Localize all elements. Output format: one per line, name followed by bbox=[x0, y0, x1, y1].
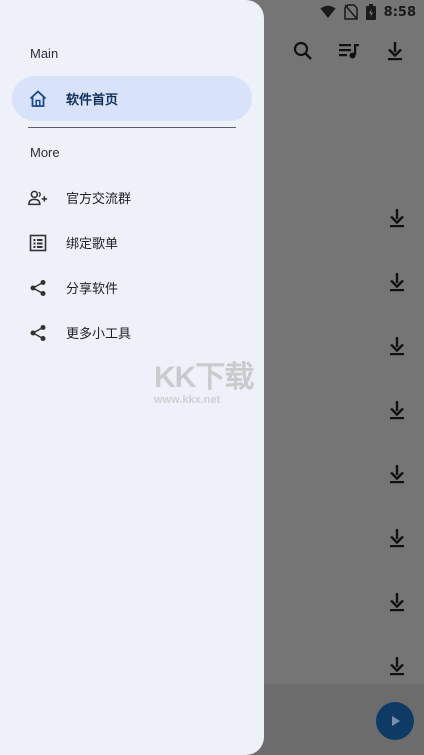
drawer-item-label: 绑定歌单 bbox=[66, 237, 119, 252]
battery-icon bbox=[365, 4, 376, 20]
drawer-divider bbox=[28, 127, 236, 128]
play-button[interactable] bbox=[376, 702, 414, 740]
watermark: KK下载 www.kkx.net bbox=[154, 352, 274, 406]
drawer-item-bind-playlist[interactable]: 绑定歌单 bbox=[12, 220, 252, 265]
download-icon[interactable] bbox=[388, 528, 410, 550]
drawer-item-label: 分享软件 bbox=[66, 282, 119, 297]
list-icon bbox=[28, 233, 48, 253]
drawer-item-label: 官方交流群 bbox=[66, 192, 132, 207]
app-toolbar-actions bbox=[292, 40, 406, 62]
download-icon[interactable] bbox=[388, 592, 410, 614]
no-sim-icon bbox=[343, 4, 358, 20]
download-icon[interactable] bbox=[388, 464, 410, 486]
download-icon[interactable] bbox=[388, 656, 410, 678]
share-icon bbox=[28, 323, 48, 343]
status-time: 8:58 bbox=[383, 4, 416, 20]
watermark-url: www.kkx.net bbox=[154, 394, 221, 406]
home-icon bbox=[28, 89, 48, 109]
playlist-icon[interactable] bbox=[338, 40, 360, 62]
download-icon[interactable] bbox=[388, 272, 410, 294]
drawer-item-share-app[interactable]: 分享软件 bbox=[12, 265, 252, 310]
download-icon[interactable] bbox=[388, 208, 410, 230]
watermark-logo: KK下载 bbox=[154, 361, 254, 394]
song-download-buttons bbox=[388, 208, 410, 720]
search-icon[interactable] bbox=[292, 40, 314, 62]
download-icon[interactable] bbox=[388, 400, 410, 422]
download-icon[interactable] bbox=[384, 40, 406, 62]
section-label-main: Main bbox=[30, 46, 59, 61]
drawer-item-official-group[interactable]: 官方交流群 bbox=[12, 175, 252, 220]
section-label-more: More bbox=[30, 145, 60, 160]
group-add-icon bbox=[28, 188, 48, 208]
drawer-item-label: 软件首页 bbox=[66, 93, 119, 108]
wifi-icon bbox=[320, 5, 336, 18]
play-icon bbox=[392, 716, 400, 726]
drawer-item-label: 更多小工具 bbox=[66, 327, 132, 342]
drawer-item-more-tools[interactable]: 更多小工具 bbox=[12, 310, 252, 355]
drawer-item-home[interactable]: 软件首页 bbox=[12, 76, 252, 121]
download-icon[interactable] bbox=[388, 336, 410, 358]
share-icon bbox=[28, 278, 48, 298]
